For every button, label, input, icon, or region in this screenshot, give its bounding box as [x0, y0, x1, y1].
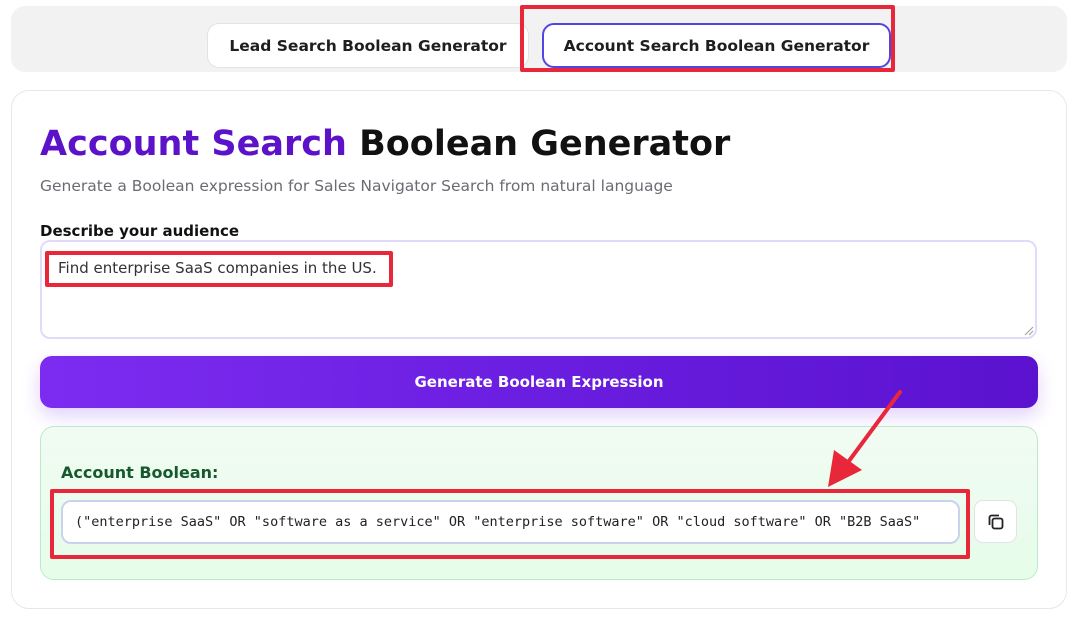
page-title-rest: Boolean Generator	[359, 124, 731, 164]
tab-bar: Lead Search Boolean Generator Account Se…	[11, 6, 1067, 72]
boolean-output-field[interactable]	[61, 500, 960, 544]
audience-label: Describe your audience	[40, 222, 240, 240]
tab-lead-search-label: Lead Search Boolean Generator	[229, 36, 507, 55]
generate-button[interactable]: Generate Boolean Expression	[40, 356, 1038, 408]
page-title-accent: Account Search	[40, 124, 347, 164]
page-title: Account Search Boolean Generator	[40, 124, 730, 164]
resize-grip-icon[interactable]	[1024, 326, 1034, 336]
copy-icon	[988, 514, 1003, 529]
tab-account-search-label: Account Search Boolean Generator	[563, 36, 870, 55]
audience-textarea[interactable]: Find enterprise SaaS companies in the US…	[40, 240, 1037, 339]
page-subtitle: Generate a Boolean expression for Sales …	[40, 177, 673, 195]
result-label: Account Boolean:	[61, 463, 219, 482]
tab-lead-search[interactable]: Lead Search Boolean Generator	[207, 23, 529, 68]
tab-account-search[interactable]: Account Search Boolean Generator	[542, 23, 891, 68]
copy-button[interactable]	[974, 500, 1017, 543]
